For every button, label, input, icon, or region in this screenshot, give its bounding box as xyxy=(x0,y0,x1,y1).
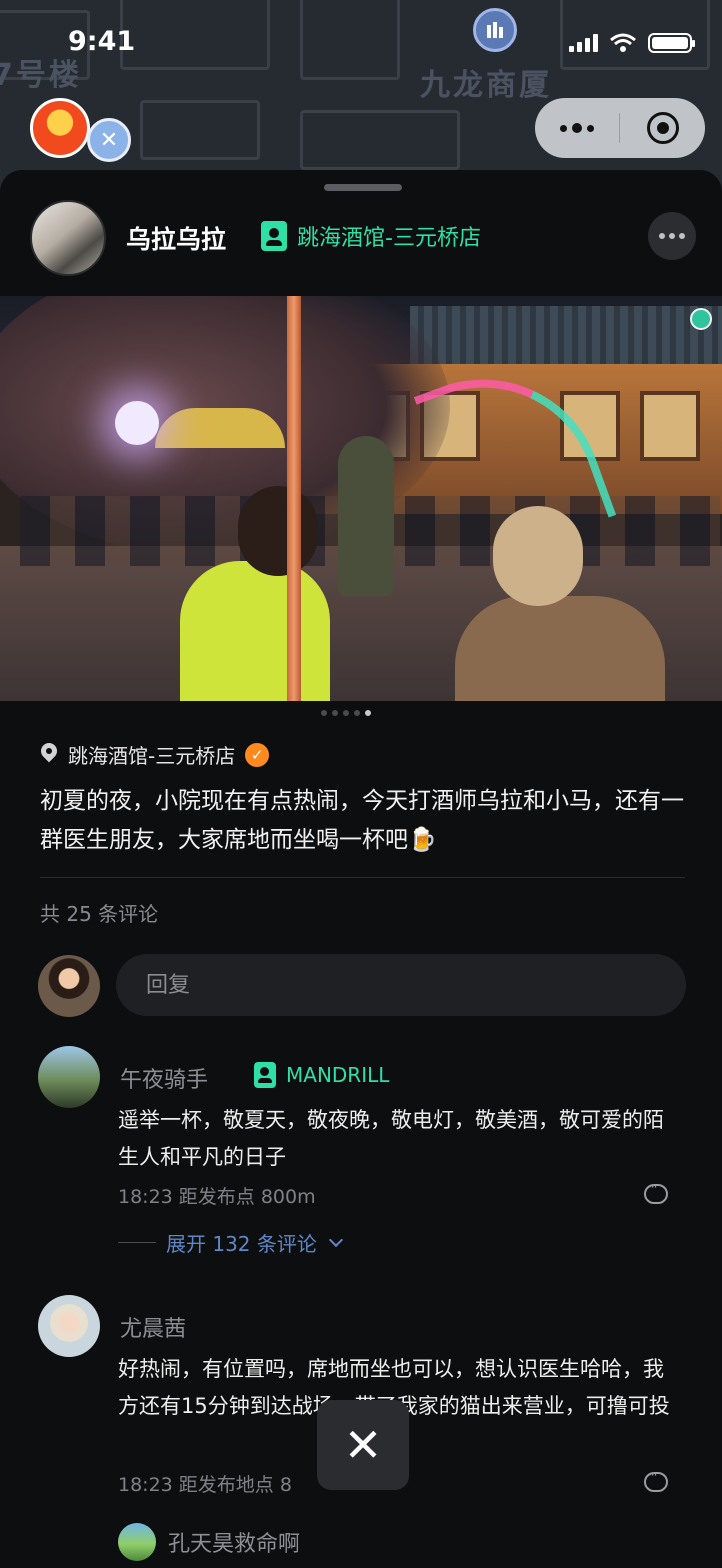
divider xyxy=(40,877,685,878)
status-time: 9:41 xyxy=(68,26,136,57)
photo-indicator-dot xyxy=(690,308,712,330)
more-menu-icon[interactable] xyxy=(535,123,619,133)
expand-replies-label: 展开 132 条评论 xyxy=(166,1232,317,1256)
post-detail-sheet: 乌拉乌拉 跳海酒馆-三元桥店 跳海酒馆-三元桥店 ✓ 初夏的夜，小院现在有点热闹… xyxy=(0,170,722,1568)
comment-meta: 18:23 距发布点 800m xyxy=(118,1186,316,1208)
pager-dot[interactable] xyxy=(343,710,349,716)
map-poi-building-icon[interactable] xyxy=(473,8,517,52)
my-avatar xyxy=(38,955,100,1017)
map-building xyxy=(140,100,260,160)
location-pin-icon xyxy=(40,743,58,767)
venue-tag-label: 跳海酒馆-三元桥店 xyxy=(297,226,481,251)
comment-text: 遥举一杯，敬夏天，敬夜晚，敬电灯，敬美酒，敬可爱的陌生人和平凡的日子 xyxy=(118,1108,664,1169)
map-building xyxy=(300,110,460,170)
close-icon: ✕ xyxy=(343,1418,383,1472)
post-text: 初夏的夜，小院现在有点热闹，今天打酒师乌拉和小马，还有一群医生朋友，大家席地而坐… xyxy=(40,788,684,853)
commenter-avatar[interactable] xyxy=(38,1295,100,1357)
user-avatar[interactable] xyxy=(30,98,90,158)
close-button[interactable]: ✕ xyxy=(317,1400,409,1490)
sub-reply-avatar xyxy=(118,1523,156,1561)
comment-meta: 18:23 距发布地点 8 xyxy=(118,1474,292,1496)
reply-comment-icon[interactable] xyxy=(644,1468,668,1492)
comment-item: 午夜骑手 MANDRILL 遥举一杯，敬夏天，敬夜晚，敬电灯，敬美酒，敬可爱的陌… xyxy=(38,1046,688,1266)
member-badge-icon xyxy=(254,1062,276,1088)
venue-tag[interactable]: 跳海酒馆-三元桥店 xyxy=(261,220,481,252)
map-building xyxy=(120,0,270,70)
sub-reply-name: 孔天昊救命啊 xyxy=(168,1532,301,1557)
map-label-jiulong: 九龙商厦 xyxy=(420,68,552,103)
exit-miniprogram-button[interactable] xyxy=(620,112,705,144)
pager-dot-active[interactable] xyxy=(365,710,371,716)
target-icon xyxy=(646,112,679,144)
commenter-name[interactable]: 尤晨茜 xyxy=(120,1311,186,1343)
more-options-button[interactable] xyxy=(648,212,696,260)
verified-icon: ✓ xyxy=(245,742,270,767)
expand-replies-button[interactable]: 展开 132 条评论 xyxy=(118,1228,343,1257)
sub-reply-item[interactable]: 孔天昊救命啊 xyxy=(118,1523,300,1561)
commenter-venue-tag[interactable]: MANDRILL xyxy=(254,1062,389,1088)
status-icons xyxy=(569,33,695,53)
map-building xyxy=(300,0,400,80)
commenter-name[interactable]: 午夜骑手 xyxy=(120,1062,208,1094)
tools-icon[interactable]: ✕ xyxy=(87,118,131,162)
post-photo[interactable] xyxy=(0,296,722,701)
pager-dot[interactable] xyxy=(354,710,360,716)
signal-icon xyxy=(569,34,598,52)
reply-row xyxy=(38,954,686,1018)
author-avatar[interactable] xyxy=(30,200,106,276)
pager-dot[interactable] xyxy=(321,710,327,716)
wifi-icon xyxy=(610,33,636,52)
chevron-down-icon xyxy=(328,1232,343,1247)
comment-count: 共 25 条评论 xyxy=(40,902,159,926)
battery-icon xyxy=(648,33,695,53)
miniprogram-capsule xyxy=(535,98,705,158)
reply-input[interactable] xyxy=(116,954,686,1016)
commenter-tag-label: MANDRILL xyxy=(286,1063,390,1087)
post-header: 乌拉乌拉 跳海酒馆-三元桥店 xyxy=(0,198,722,278)
pager-dot[interactable] xyxy=(332,710,338,716)
commenter-avatar[interactable] xyxy=(38,1046,100,1108)
photo-pager xyxy=(321,710,371,716)
location-label: 跳海酒馆-三元桥店 xyxy=(68,744,236,768)
drag-handle[interactable] xyxy=(324,184,402,191)
reply-comment-icon[interactable] xyxy=(644,1180,668,1204)
author-name[interactable]: 乌拉乌拉 xyxy=(126,220,226,256)
member-badge-icon xyxy=(261,221,287,251)
post-location[interactable]: 跳海酒馆-三元桥店 ✓ xyxy=(40,740,270,769)
